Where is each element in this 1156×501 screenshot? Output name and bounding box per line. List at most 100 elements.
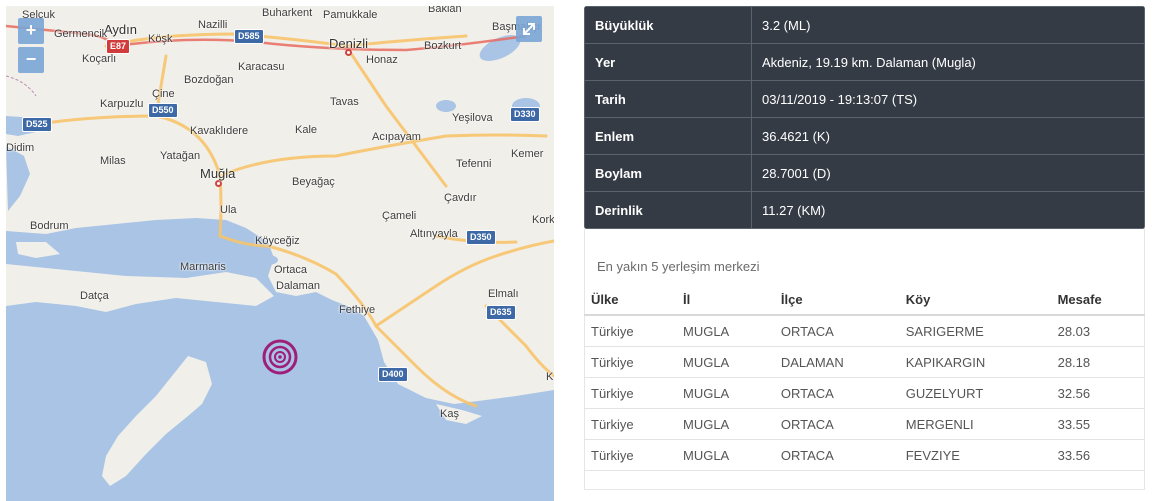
road-shield: D400 — [378, 367, 408, 382]
fullscreen-button[interactable] — [516, 16, 542, 42]
table-cell: Türkiye — [584, 377, 676, 409]
place-label: Köyceğiz — [255, 235, 300, 247]
place-label: Nazilli — [198, 19, 228, 31]
road-shield: D330 — [510, 107, 540, 122]
nearest-settlements-table: Ülke İl İlçe Köy Mesafe Türkiye MUGLA ORTACA SA… — [584, 284, 1145, 471]
details-row: Tarih 03/11/2019 - 19:13:07 (TS) — [584, 80, 1145, 118]
details-key: Büyüklük — [584, 6, 752, 44]
column-header: Ülke — [584, 284, 676, 316]
map-base — [6, 24, 554, 501]
table-cell: MUGLA — [676, 315, 774, 347]
place-label: K — [546, 371, 554, 383]
place-label: Bozdoğan — [184, 74, 234, 86]
place-label: Marmaris — [180, 261, 226, 273]
table-cell: ORTACA — [773, 377, 899, 409]
place-label: Koçarlı — [82, 53, 117, 65]
table-cell: DALAMAN — [773, 346, 899, 378]
table-cell: GUZELYURT — [898, 377, 1051, 409]
table-cell: 28.03 — [1050, 315, 1145, 347]
table-cell: KAPIKARGIN — [898, 346, 1051, 378]
place-label: Tefenni — [456, 158, 492, 170]
table-cell: SARIGERME — [898, 315, 1051, 347]
place-label: Karpuzlu — [100, 98, 144, 110]
place-label: Kale — [295, 124, 318, 136]
details-row: Derinlik 11.27 (KM) — [584, 191, 1145, 229]
details-key: Tarih — [584, 80, 752, 118]
place-label: Elmalı — [488, 288, 519, 300]
details-row: Yer Akdeniz, 19.19 km. Dalaman (Mugla) — [584, 43, 1145, 81]
place-label: Buharkent — [262, 7, 313, 19]
place-label: Didim — [6, 142, 35, 154]
place-label: Muğla — [200, 166, 236, 181]
road-shield: D350 — [466, 230, 496, 245]
details-key: Enlem — [584, 117, 752, 155]
place-label: Çine — [152, 88, 175, 100]
place-label: Beyağaç — [292, 176, 335, 188]
place-label: Çameli — [382, 210, 417, 222]
road-shield: E87 — [106, 39, 131, 54]
column-header: İl — [676, 284, 774, 316]
details-value: 36.4621 (K) — [751, 117, 1145, 155]
details-row: Boylam 28.7001 (D) — [584, 154, 1145, 192]
place-label: Ortaca — [274, 264, 308, 276]
map-view[interactable]: Selçuk Aydın Germencik Köşk Nazilli Buha… — [6, 6, 554, 501]
table-cell: MUGLA — [676, 408, 774, 440]
table-cell: MUGLA — [676, 377, 774, 409]
table-row: Türkiye MUGLA ORTACA GUZELYURT 32.56 — [584, 377, 1145, 409]
table-row: Türkiye MUGLA ORTACA FEVZIYE 33.56 — [584, 439, 1145, 471]
epicenter-marker[interactable] — [262, 339, 298, 375]
details-value: 11.27 (KM) — [751, 191, 1145, 229]
place-label: Aydın — [104, 22, 138, 37]
place-label: Dalaman — [276, 280, 321, 292]
place-label: Datça — [80, 290, 109, 302]
road-shield: D525 — [22, 117, 52, 132]
table-cell: MUGLA — [676, 439, 774, 471]
table-cell: 32.56 — [1050, 377, 1145, 409]
details-value: 03/11/2019 - 19:13:07 (TS) — [751, 80, 1145, 118]
details-row: Enlem 36.4621 (K) — [584, 117, 1145, 155]
table-cell: MERGENLI — [898, 408, 1051, 440]
table-row: Türkiye MUGLA ORTACA SARIGERME 28.03 — [584, 315, 1145, 347]
place-label: Yatağan — [160, 150, 201, 162]
table-cell: 33.55 — [1050, 408, 1145, 440]
expand-icon — [523, 23, 535, 35]
place-label: Karacasu — [238, 61, 285, 73]
table-cell: Türkiye — [584, 439, 676, 471]
mugla-city-dot — [215, 180, 222, 187]
column-header: İlçe — [773, 284, 899, 316]
nearest-title: En yakın 5 yerleşim merkezi — [597, 259, 760, 274]
table-cell: ORTACA — [773, 315, 899, 347]
table-cell: ORTACA — [773, 439, 899, 471]
place-label: Baklan — [428, 6, 462, 15]
place-label: Altınyayla — [410, 228, 458, 240]
place-label: Denizli — [329, 36, 369, 51]
place-label: Bozkurt — [424, 40, 462, 52]
place-label: Kork — [532, 214, 554, 226]
table-cell: Türkiye — [584, 346, 676, 378]
place-label: Milas — [100, 155, 126, 167]
place-label: Acıpayam — [372, 131, 421, 143]
column-header: Mesafe — [1050, 284, 1145, 316]
details-value: 28.7001 (D) — [751, 154, 1145, 192]
place-label: Pamukkale — [323, 9, 378, 21]
road-shield: D635 — [486, 305, 516, 320]
place-label: Tavas — [330, 96, 359, 108]
details-row: Büyüklük 3.2 (ML) — [584, 6, 1145, 44]
column-header: Köy — [898, 284, 1051, 316]
details-key: Boylam — [584, 154, 752, 192]
place-label: Kaş — [440, 408, 459, 420]
place-label: Honaz — [366, 54, 398, 66]
table-cell: 28.18 — [1050, 346, 1145, 378]
place-label: Ula — [220, 204, 237, 216]
place-label: Germencik — [54, 28, 108, 40]
place-label: Kavaklıdere — [190, 125, 249, 137]
details-key: Derinlik — [584, 191, 752, 229]
zoom-in-button[interactable]: + — [18, 18, 44, 44]
zoom-out-button[interactable]: − — [18, 47, 44, 73]
table-row: Türkiye MUGLA DALAMAN KAPIKARGIN 28.18 — [584, 346, 1145, 378]
table-cell: FEVZIYE — [898, 439, 1051, 471]
place-label: Çavdır — [444, 192, 477, 204]
place-label: Bodrum — [30, 220, 69, 232]
place-label: Fethiye — [339, 304, 376, 316]
details-value: 3.2 (ML) — [751, 6, 1145, 44]
